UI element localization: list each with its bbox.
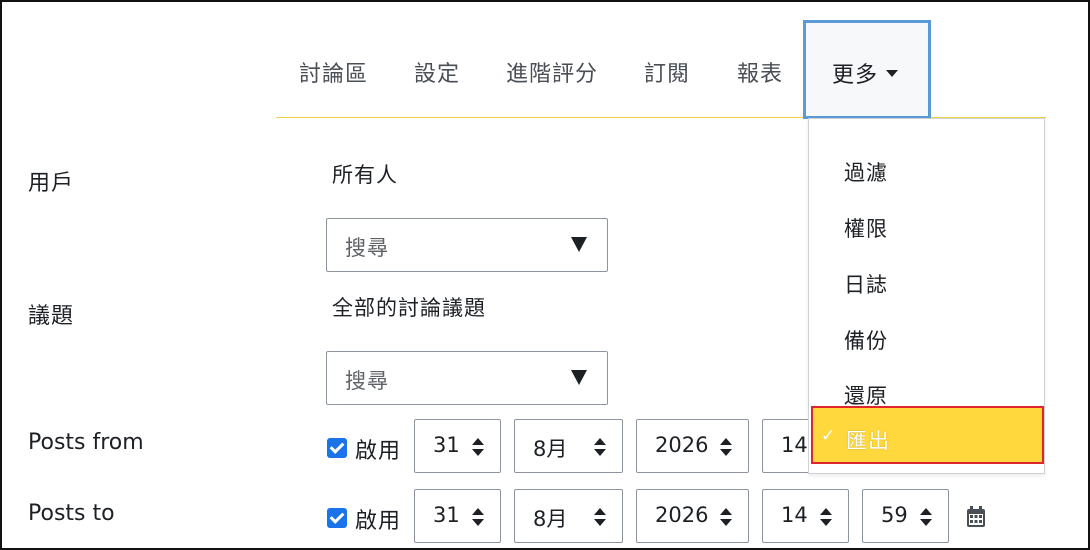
menu-item-label: 匯出 xyxy=(846,429,890,453)
topic-value: 全部的討論議題 xyxy=(332,296,486,320)
topic-search-select[interactable]: 搜尋 xyxy=(326,351,608,405)
check-icon: ✓ xyxy=(821,426,837,446)
posts-to-day-select[interactable]: 31 xyxy=(414,489,501,543)
sort-arrows-icon xyxy=(472,508,484,526)
calendar-icon[interactable] xyxy=(966,506,986,528)
select-value: 31 xyxy=(433,503,460,527)
user-label: 用戶 xyxy=(28,171,75,196)
posts-to-minute-select[interactable]: 59 xyxy=(862,489,949,543)
posts-from-month-select[interactable]: 8月 xyxy=(514,419,623,473)
select-value: 31 xyxy=(433,433,460,457)
posts-to-month-select[interactable]: 8月 xyxy=(514,489,623,543)
menu-item-permissions[interactable]: 權限 xyxy=(809,189,1044,245)
posts-to-label: Posts to xyxy=(28,501,115,526)
menu-item-restore[interactable]: 還原 xyxy=(809,356,1044,412)
sort-arrows-icon xyxy=(720,508,732,526)
sort-arrows-icon xyxy=(920,508,932,526)
menu-item-label: 過濾 xyxy=(844,161,888,185)
posts-to-hour-select[interactable]: 14 xyxy=(762,489,849,543)
sort-arrows-icon xyxy=(820,508,832,526)
select-value: 8月 xyxy=(533,437,568,461)
select-value: 14 xyxy=(781,503,808,527)
posts-from-year-select[interactable]: 2026 xyxy=(636,419,749,473)
posts-to-year-select[interactable]: 2026 xyxy=(636,489,749,543)
sort-arrows-icon xyxy=(594,438,606,456)
tab-advanced-grading[interactable]: 進階評分 xyxy=(506,56,598,88)
select-value: 14 xyxy=(781,433,808,457)
tab-settings[interactable]: 設定 xyxy=(414,56,460,88)
menu-item-backup[interactable]: 備份 xyxy=(809,301,1044,357)
select-value: 8月 xyxy=(533,507,568,531)
menu-item-label: 日誌 xyxy=(844,273,888,297)
caret-down-icon xyxy=(886,70,898,77)
menu-item-label: 備份 xyxy=(844,329,888,353)
posts-from-day-select[interactable]: 31 xyxy=(414,419,501,473)
select-value: 2026 xyxy=(655,503,709,527)
user-value: 所有人 xyxy=(332,163,398,187)
posts-to-enable-label: 啟用 xyxy=(355,509,402,534)
secondary-navigation: 討論區 設定 進階評分 訂閱 報表 更多 xyxy=(276,20,1046,119)
select-value: 59 xyxy=(881,503,908,527)
posts-from-hour-select[interactable]: 14 xyxy=(762,419,808,473)
menu-item-label: 權限 xyxy=(844,217,888,241)
posts-from-enable-label: 啟用 xyxy=(355,439,402,464)
more-menu-label: 更多 xyxy=(832,63,879,88)
dropdown-triangle-icon xyxy=(571,370,587,385)
sort-arrows-icon xyxy=(720,438,732,456)
more-dropdown-menu: 過濾 權限 日誌 備份 還原 ✓ 匯出 xyxy=(808,118,1045,474)
topic-search-placeholder: 搜尋 xyxy=(345,369,389,393)
tab-forum[interactable]: 討論區 xyxy=(299,56,368,88)
select-value: 2026 xyxy=(655,433,709,457)
tab-reports[interactable]: 報表 xyxy=(737,56,783,88)
dropdown-triangle-icon xyxy=(571,237,587,252)
posts-from-label: Posts from xyxy=(28,430,144,455)
sort-arrows-icon xyxy=(472,438,484,456)
menu-item-filters[interactable]: 過濾 xyxy=(809,133,1044,189)
topic-label: 議題 xyxy=(28,304,75,329)
sort-arrows-icon xyxy=(594,508,606,526)
more-menu-button[interactable]: 更多 xyxy=(803,20,931,119)
user-search-select[interactable]: 搜尋 xyxy=(326,218,608,272)
menu-item-export[interactable]: ✓ 匯出 xyxy=(811,406,1044,464)
menu-item-logs[interactable]: 日誌 xyxy=(809,245,1044,301)
posts-to-enable-checkbox[interactable] xyxy=(327,508,347,528)
tab-subscriptions[interactable]: 訂閱 xyxy=(644,56,690,88)
posts-from-enable-checkbox[interactable] xyxy=(327,438,347,458)
user-search-placeholder: 搜尋 xyxy=(345,236,389,260)
